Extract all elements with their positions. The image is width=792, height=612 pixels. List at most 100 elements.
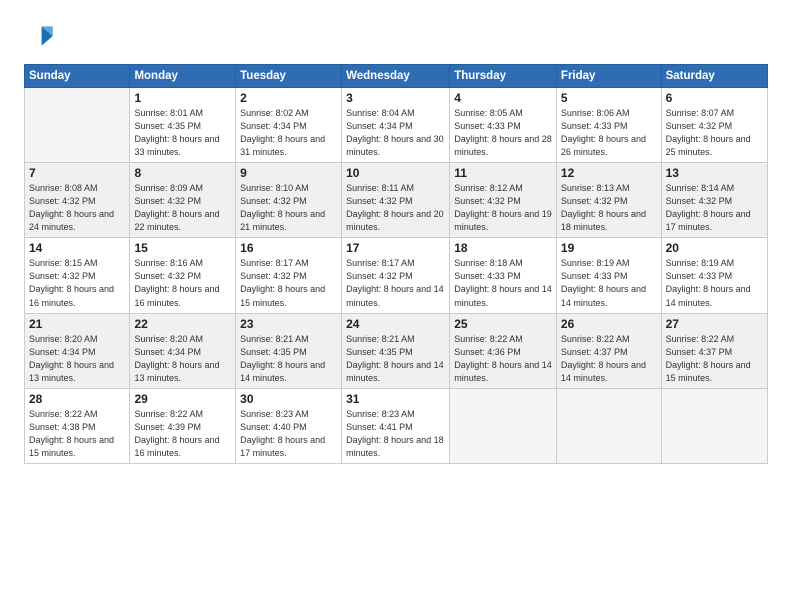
calendar-cell: 31 Sunrise: 8:23 AMSunset: 4:41 PMDayligh… — [342, 388, 450, 463]
day-info: Sunrise: 8:07 AMSunset: 4:32 PMDaylight:… — [666, 107, 763, 159]
logo-icon — [24, 20, 56, 52]
calendar-cell: 12 Sunrise: 8:13 AMSunset: 4:32 PMDayligh… — [556, 163, 661, 238]
calendar-cell: 30Sunrise: 8:23 AMSunset: 4:40 PMDayligh… — [236, 388, 342, 463]
calendar-cell — [661, 388, 767, 463]
day-number: 18 — [454, 241, 552, 255]
calendar-cell: 19 Sunrise: 8:19 AMSunset: 4:33 PMDayligh… — [556, 238, 661, 313]
calendar-cell: 21 Sunrise: 8:20 AMSunset: 4:34 PMDayligh… — [25, 313, 130, 388]
day-number: 26 — [561, 317, 657, 331]
day-number: 28 — [29, 392, 125, 406]
day-info: Sunrise: 8:10 AMSunset: 4:32 PMDaylight:… — [240, 182, 337, 234]
day-info: Sunrise: 8:12 AMSunset: 4:32 PMDaylight:… — [454, 182, 552, 234]
day-number: 12 — [561, 166, 657, 180]
day-number: 17 — [346, 241, 445, 255]
day-info: Sunrise: 8:20 AMSunset: 4:34 PMDaylight:… — [29, 333, 125, 385]
day-info: Sunrise: 8:09 AMSunset: 4:32 PMDaylight:… — [134, 182, 231, 234]
day-number: 10 — [346, 166, 445, 180]
col-header-tuesday: Tuesday — [236, 65, 342, 88]
calendar-cell: 1Sunrise: 8:01 AMSunset: 4:35 PMDaylight… — [130, 88, 236, 163]
day-number: 22 — [134, 317, 231, 331]
day-info: Sunrise: 8:21 AMSunset: 4:35 PMDaylight:… — [346, 333, 445, 385]
day-info: Sunrise: 8:23 AMSunset: 4:41 PMDaylight:… — [346, 408, 445, 460]
calendar-cell — [25, 88, 130, 163]
day-info: Sunrise: 8:06 AMSunset: 4:33 PMDaylight:… — [561, 107, 657, 159]
header-row: SundayMondayTuesdayWednesdayThursdayFrid… — [25, 65, 768, 88]
page: SundayMondayTuesdayWednesdayThursdayFrid… — [0, 0, 792, 612]
day-number: 13 — [666, 166, 763, 180]
day-number: 2 — [240, 91, 337, 105]
day-number: 25 — [454, 317, 552, 331]
col-header-friday: Friday — [556, 65, 661, 88]
calendar-cell: 7 Sunrise: 8:08 AMSunset: 4:32 PMDaylight… — [25, 163, 130, 238]
day-info: Sunrise: 8:19 AMSunset: 4:33 PMDaylight:… — [666, 257, 763, 309]
calendar-cell: 13 Sunrise: 8:14 AMSunset: 4:32 PMDayligh… — [661, 163, 767, 238]
calendar-cell: 27Sunrise: 8:22 AMSunset: 4:37 PMDayligh… — [661, 313, 767, 388]
day-info: Sunrise: 8:22 AMSunset: 4:37 PMDaylight:… — [561, 333, 657, 385]
day-info: Sunrise: 8:14 AMSunset: 4:32 PMDaylight:… — [666, 182, 763, 234]
week-row-2: 7 Sunrise: 8:08 AMSunset: 4:32 PMDaylight… — [25, 163, 768, 238]
day-number: 15 — [134, 241, 231, 255]
week-row-5: 28 Sunrise: 8:22 AMSunset: 4:38 PMDayligh… — [25, 388, 768, 463]
day-number: 23 — [240, 317, 337, 331]
logo — [24, 20, 60, 52]
calendar: SundayMondayTuesdayWednesdayThursdayFrid… — [24, 64, 768, 464]
day-number: 19 — [561, 241, 657, 255]
calendar-cell: 18 Sunrise: 8:18 AMSunset: 4:33 PMDayligh… — [450, 238, 557, 313]
day-info: Sunrise: 8:21 AMSunset: 4:35 PMDaylight:… — [240, 333, 337, 385]
calendar-cell: 25 Sunrise: 8:22 AMSunset: 4:36 PMDayligh… — [450, 313, 557, 388]
day-number: 4 — [454, 91, 552, 105]
day-info: Sunrise: 8:22 AMSunset: 4:36 PMDaylight:… — [454, 333, 552, 385]
day-info: Sunrise: 8:11 AMSunset: 4:32 PMDaylight:… — [346, 182, 445, 234]
calendar-cell: 9 Sunrise: 8:10 AMSunset: 4:32 PMDaylight… — [236, 163, 342, 238]
day-number: 16 — [240, 241, 337, 255]
day-number: 27 — [666, 317, 763, 331]
day-number: 21 — [29, 317, 125, 331]
calendar-cell: 22 Sunrise: 8:20 AMSunset: 4:34 PMDayligh… — [130, 313, 236, 388]
calendar-cell: 20 Sunrise: 8:19 AMSunset: 4:33 PMDayligh… — [661, 238, 767, 313]
calendar-cell: 26 Sunrise: 8:22 AMSunset: 4:37 PMDayligh… — [556, 313, 661, 388]
day-info: Sunrise: 8:20 AMSunset: 4:34 PMDaylight:… — [134, 333, 231, 385]
day-info: Sunrise: 8:23 AMSunset: 4:40 PMDaylight:… — [240, 408, 337, 460]
day-number: 1 — [134, 91, 231, 105]
day-number: 8 — [134, 166, 231, 180]
day-number: 20 — [666, 241, 763, 255]
day-number: 9 — [240, 166, 337, 180]
header — [24, 20, 768, 52]
day-info: Sunrise: 8:08 AMSunset: 4:32 PMDaylight:… — [29, 182, 125, 234]
day-info: Sunrise: 8:15 AMSunset: 4:32 PMDaylight:… — [29, 257, 125, 309]
day-number: 5 — [561, 91, 657, 105]
calendar-cell: 29 Sunrise: 8:22 AMSunset: 4:39 PMDayligh… — [130, 388, 236, 463]
day-info: Sunrise: 8:04 AMSunset: 4:34 PMDaylight:… — [346, 107, 445, 159]
col-header-saturday: Saturday — [661, 65, 767, 88]
calendar-cell: 15 Sunrise: 8:16 AMSunset: 4:32 PMDayligh… — [130, 238, 236, 313]
calendar-cell: 23 Sunrise: 8:21 AMSunset: 4:35 PMDayligh… — [236, 313, 342, 388]
day-info: Sunrise: 8:19 AMSunset: 4:33 PMDaylight:… — [561, 257, 657, 309]
calendar-cell: 6Sunrise: 8:07 AMSunset: 4:32 PMDaylight… — [661, 88, 767, 163]
day-info: Sunrise: 8:13 AMSunset: 4:32 PMDaylight:… — [561, 182, 657, 234]
col-header-wednesday: Wednesday — [342, 65, 450, 88]
day-number: 7 — [29, 166, 125, 180]
day-number: 11 — [454, 166, 552, 180]
week-row-3: 14Sunrise: 8:15 AMSunset: 4:32 PMDayligh… — [25, 238, 768, 313]
day-info: Sunrise: 8:17 AMSunset: 4:32 PMDaylight:… — [346, 257, 445, 309]
col-header-sunday: Sunday — [25, 65, 130, 88]
day-info: Sunrise: 8:16 AMSunset: 4:32 PMDaylight:… — [134, 257, 231, 309]
calendar-cell: 3 Sunrise: 8:04 AMSunset: 4:34 PMDaylight… — [342, 88, 450, 163]
calendar-cell: 5 Sunrise: 8:06 AMSunset: 4:33 PMDaylight… — [556, 88, 661, 163]
day-info: Sunrise: 8:22 AMSunset: 4:39 PMDaylight:… — [134, 408, 231, 460]
calendar-cell: 28 Sunrise: 8:22 AMSunset: 4:38 PMDayligh… — [25, 388, 130, 463]
day-number: 29 — [134, 392, 231, 406]
day-number: 3 — [346, 91, 445, 105]
day-info: Sunrise: 8:18 AMSunset: 4:33 PMDaylight:… — [454, 257, 552, 309]
calendar-cell: 14Sunrise: 8:15 AMSunset: 4:32 PMDayligh… — [25, 238, 130, 313]
day-info: Sunrise: 8:22 AMSunset: 4:38 PMDaylight:… — [29, 408, 125, 460]
week-row-1: 1Sunrise: 8:01 AMSunset: 4:35 PMDaylight… — [25, 88, 768, 163]
calendar-cell: 16Sunrise: 8:17 AMSunset: 4:32 PMDayligh… — [236, 238, 342, 313]
day-number: 24 — [346, 317, 445, 331]
col-header-monday: Monday — [130, 65, 236, 88]
calendar-cell: 17 Sunrise: 8:17 AMSunset: 4:32 PMDayligh… — [342, 238, 450, 313]
day-number: 31 — [346, 392, 445, 406]
calendar-cell — [450, 388, 557, 463]
calendar-cell: 2Sunrise: 8:02 AMSunset: 4:34 PMDaylight… — [236, 88, 342, 163]
calendar-cell: 8 Sunrise: 8:09 AMSunset: 4:32 PMDaylight… — [130, 163, 236, 238]
